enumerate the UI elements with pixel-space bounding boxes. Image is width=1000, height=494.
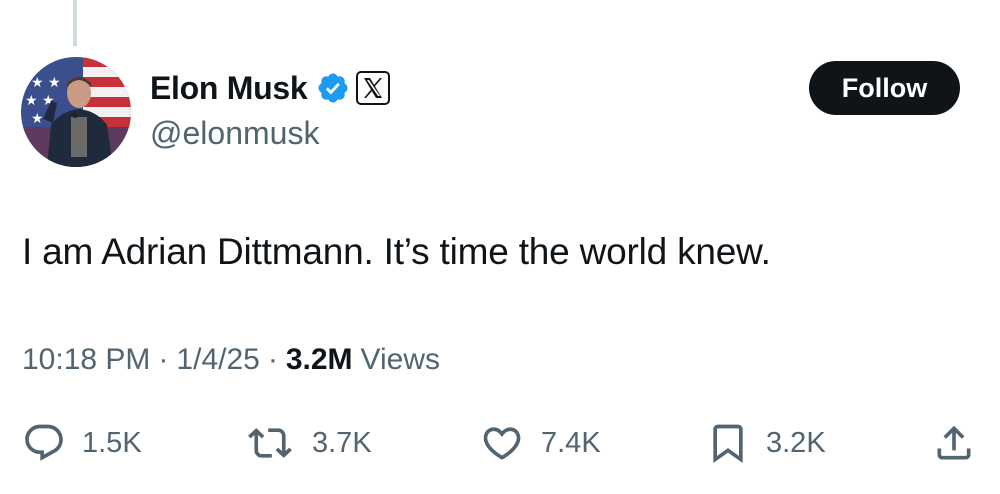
share-icon (937, 425, 971, 460)
bookmark-icon (713, 424, 743, 464)
heart-icon (483, 427, 521, 460)
reply-count: 1.5K (82, 426, 142, 459)
like-count: 7.4K (541, 426, 601, 459)
svg-text:★: ★ (31, 111, 44, 127)
avatar[interactable]: ★ ★ ★ ★ ★ (21, 57, 131, 167)
verified-badge-icon (316, 71, 350, 105)
author-display-name[interactable]: Elon Musk (150, 70, 308, 107)
reply-icon (25, 424, 63, 461)
reply-button[interactable]: 1.5K (22, 420, 142, 466)
views-count[interactable]: 3.2M (286, 343, 353, 377)
tweet-text: I am Adrian Dittmann. It’s time the worl… (22, 231, 771, 272)
repost-count: 3.7K (312, 426, 372, 459)
tweet-time[interactable]: 10:18 PM (22, 343, 150, 377)
like-button[interactable]: 7.4K (479, 420, 601, 466)
views-label: Views (360, 343, 441, 376)
follow-button[interactable]: Follow (809, 61, 960, 115)
share-button[interactable] (932, 420, 976, 466)
meta-separator: · (267, 343, 278, 376)
bookmark-count: 3.2K (766, 426, 826, 459)
avatar-photo-icon: ★ ★ ★ ★ ★ (21, 57, 131, 167)
bookmark-button[interactable]: 3.2K (706, 420, 826, 466)
x-affiliate-icon[interactable] (356, 71, 391, 105)
tweet-date[interactable]: 1/4/25 (176, 343, 259, 377)
repost-button[interactable]: 3.7K (244, 420, 372, 466)
author-name-row[interactable]: Elon Musk (150, 68, 391, 108)
author-handle[interactable]: @elonmusk (150, 115, 319, 152)
thread-connector-line (73, 0, 77, 46)
repost-icon (248, 428, 292, 458)
svg-text:★ ★: ★ ★ (31, 75, 61, 91)
tweet-metadata: 10:18 PM · 1/4/25 · 3.2M Views (22, 343, 440, 377)
meta-separator: · (158, 343, 169, 376)
